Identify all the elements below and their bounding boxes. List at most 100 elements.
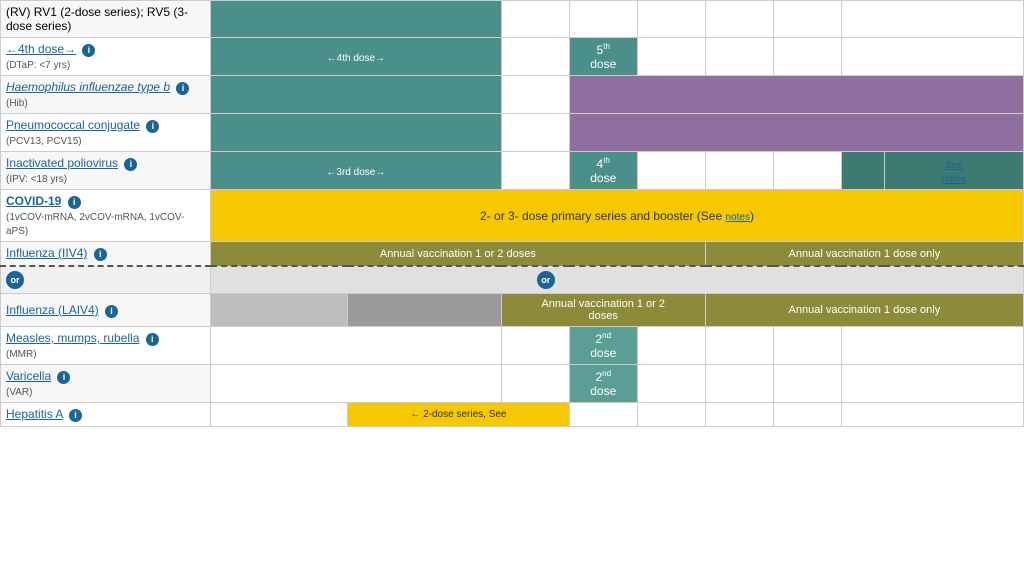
laiv-annual-1-2-label: Annual vaccination 1 or 2doses [541,298,665,322]
iiv-annual-1-only-label: Annual vaccination 1 dose only [789,248,941,260]
ipv-cell-empty2 [637,152,705,190]
dtap-cell-empty5 [841,38,1023,76]
pcv-sub: (PCV13, PCV15) [6,136,82,147]
covid-notes-link[interactable]: notes [725,212,749,223]
varicella-info-icon[interactable]: i [57,371,70,384]
table-row-pcv: Pneumococcal conjugate i (PCV13, PCV15) [1,114,1024,152]
rv-cell-1 [211,1,502,38]
var-cell-empty3 [637,365,705,403]
laiv-cell-annual-left: Annual vaccination 1 or 2doses [501,294,705,327]
vaccine-name-hepa: Hepatitis A i [1,403,211,427]
table-row-hepa: Hepatitis A i ← 2-dose series, See [1,403,1024,427]
vaccine-schedule-table: (RV) RV1 (2-dose series); RV5 (3-dose se… [0,0,1024,427]
mmr-cell-empty3 [637,327,705,365]
ipv-info-icon[interactable]: i [124,158,137,171]
mmr-cell-empty4 [705,327,773,365]
pcv-link[interactable]: Pneumococcal conjugate [6,118,140,132]
hib-cell-empty [501,76,569,114]
iiv-link[interactable]: Influenza (IIV4) [6,246,87,260]
table-row-influenza-iiv: Influenza (IIV4) i Annual vaccination 1 … [1,242,1024,267]
ipv-link[interactable]: Inactivated poliovirus [6,156,118,170]
dtap-cell-empty1 [501,38,569,76]
var-cell-empty6 [841,365,1023,403]
rv-cell-8 [841,1,1023,38]
vaccine-name-mmr: Measles, mumps, rubella i (MMR) [1,327,211,365]
vaccine-name-varicella: Varicella i (VAR) [1,365,211,403]
iiv-annual-1-2-label: Annual vaccination 1 or 2 doses [380,248,536,260]
iiv-info-icon[interactable]: i [94,248,107,261]
ipv-sub: (IPV: <18 yrs) [6,174,67,185]
rv-cell-7 [773,1,841,38]
mmr-info-icon[interactable]: i [146,333,159,346]
dtap-5th-dose-label: 5thdose [590,43,616,71]
hepa-cell-empty5 [773,403,841,427]
pcv-cell-empty [501,114,569,152]
pcv-info-icon[interactable]: i [146,120,159,133]
varicella-sub: (VAR) [6,387,32,398]
mmr-cell-empty6 [841,327,1023,365]
hib-sub: (Hib) [6,98,28,109]
vaccine-name-pcv: Pneumococcal conjugate i (PCV13, PCV15) [1,114,211,152]
laiv-link[interactable]: Influenza (LAIV4) [6,303,99,317]
table-row-dtap: ←4th dose→ i (DTaP: <7 yrs) ←4th dose→ 5… [1,38,1024,76]
vaccine-name-covid: COVID-19 i (1vCOV-mRNA, 2vCOV-mRNA, 1vCO… [1,190,211,242]
ipv-cell-empty4 [773,152,841,190]
mmr-sub: (MMR) [6,349,37,360]
vaccine-name-laiv: Influenza (LAIV4) i [1,294,211,327]
ipv-cell-empty1 [501,152,569,190]
pcv-cell-purple [569,114,1023,152]
vaccine-name-rv: (RV) RV1 (2-dose series); RV5 (3-dose se… [1,1,211,38]
covid-link[interactable]: COVID-19 [6,194,61,208]
hib-info-icon[interactable]: i [176,82,189,95]
hib-cell-1 [211,76,502,114]
hepa-info-icon[interactable]: i [69,409,82,422]
table-row-hib: Haemophilus influenzae type b i (Hib) [1,76,1024,114]
dtap-cell-empty3 [705,38,773,76]
dtap-4th-dose-label: ←4th dose→ [327,53,385,64]
rv-cell-3 [501,1,569,38]
or-badge-2: or [537,271,555,289]
ipv-cell-4dose: 4thdose [569,152,637,190]
mmr-link[interactable]: Measles, mumps, rubella [6,331,139,345]
covid-cell-main: 2- or 3- dose primary series and booster… [211,190,1024,242]
hepa-cell-empty4 [705,403,773,427]
dtap-cell-4dose: ←4th dose→ [211,38,502,76]
or-badge: or [6,271,24,289]
covid-sub: (1vCOV-mRNA, 2vCOV-mRNA, 1vCOV-aPS) [6,212,184,237]
laiv-annual-1-only-label: Annual vaccination 1 dose only [789,304,941,316]
var-2nd-dose-label: 2nddose [590,370,616,398]
table-row-ipv: Inactivated poliovirus i (IPV: <18 yrs) … [1,152,1024,190]
dtap-info-icon[interactable]: i [82,44,95,57]
hepa-link[interactable]: Hepatitis A [6,407,63,421]
var-cell-2dose: 2nddose [569,365,637,403]
mmr-cell-empty1 [211,327,502,365]
pcv-cell-1 [211,114,502,152]
hepa-cell-yellow: ← 2-dose series, See [348,403,570,427]
dtap-link[interactable]: ←4th dose→ [6,42,76,56]
ipv-cell-seenotes: Seenotes [884,152,1023,190]
var-cell-empty5 [773,365,841,403]
hepa-2dose-label: ← 2-dose series, See [410,409,506,420]
rv-cell-5 [637,1,705,38]
var-cell-empty2 [501,365,569,403]
vaccine-name-dtap: ←4th dose→ i (DTaP: <7 yrs) [1,38,211,76]
mmr-2nd-dose-label: 2nddose [590,332,616,360]
vaccine-name-iiv: Influenza (IIV4) i [1,242,211,267]
hepa-cell-empty3 [637,403,705,427]
covid-info-icon[interactable]: i [68,196,81,209]
dtap-cell-empty2 [637,38,705,76]
table-row-influenza-laiv: Influenza (LAIV4) i Annual vaccination 1… [1,294,1024,327]
table-row-mmr: Measles, mumps, rubella i (MMR) 2nddose [1,327,1024,365]
rv-label: (RV) RV1 (2-dose series); RV5 (3-dose se… [6,5,188,33]
ipv-cell-empty5 [841,152,884,190]
hepa-cell-empty1 [211,403,348,427]
hib-cell-purple [569,76,1023,114]
hepa-cell-empty6 [841,403,1023,427]
laiv-info-icon[interactable]: i [105,305,118,318]
laiv-cell-annual-right: Annual vaccination 1 dose only [705,294,1023,327]
hib-link[interactable]: Haemophilus influenzae type b [6,80,170,94]
varicella-link[interactable]: Varicella [6,369,51,383]
table-row-varicella: Varicella i (VAR) 2nddose [1,365,1024,403]
mmr-cell-2dose: 2nddose [569,327,637,365]
ipv-see-notes[interactable]: Seenotes [942,160,966,185]
